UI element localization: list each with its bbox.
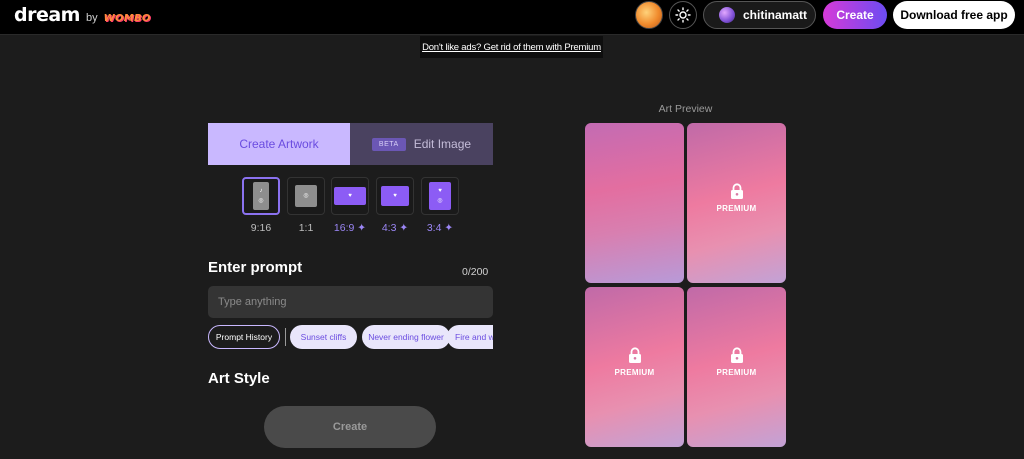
art-style-heading: Art Style [208, 370, 270, 387]
suggestion-chip[interactable]: Never ending flower [362, 325, 450, 349]
remove-ads-link[interactable]: Don't like ads? Get rid of them with Pre… [422, 42, 601, 53]
header-create-button[interactable]: Create [823, 1, 887, 29]
chip-divider [285, 328, 286, 346]
premium-lock: PREMIUM [585, 347, 684, 377]
prompt-history-button[interactable]: Prompt History [208, 325, 280, 349]
ad-banner: Don't like ads? Get rid of them with Pre… [420, 36, 603, 58]
logo-by: by [85, 12, 98, 24]
premium-preview-card[interactable]: PREMIUM [687, 123, 786, 283]
create-button[interactable]: Create [264, 406, 436, 448]
premium-label: PREMIUM [614, 368, 655, 377]
suggestion-chip[interactable]: Fire and water [447, 325, 493, 349]
art-preview-title: Art Preview [658, 103, 713, 115]
aspect-ratio-label: 16:9 ✦ [333, 222, 367, 234]
tab-edit-image-label: Edit Image [413, 137, 472, 151]
sun-icon [675, 7, 691, 23]
landscape-shape: ♥ [334, 187, 366, 205]
tiktok-icon: ♪ [259, 188, 263, 194]
portrait-shape: ♪ ◎ [253, 182, 269, 210]
user-avatar [719, 7, 735, 23]
lock-icon [628, 347, 641, 363]
instagram-icon: ◎ [303, 193, 309, 199]
twitter-icon: ♥ [393, 193, 397, 199]
premium-label: PREMIUM [716, 368, 757, 377]
twitter-icon: ♥ [348, 193, 352, 199]
aspect-ratio-label: 1:1 [298, 222, 314, 234]
premium-lock: PREMIUM [687, 183, 786, 213]
lock-icon [730, 183, 743, 199]
square-shape: ◎ [295, 185, 317, 207]
logo[interactable]: dream by WOMBO [14, 4, 151, 26]
aspect-ratio-label: 4:3 ✦ [381, 222, 409, 234]
aspect-ratio-9-16[interactable]: ♪ ◎ [242, 177, 280, 215]
premium-label: PREMIUM [716, 204, 757, 213]
portrait-shape: ♥ ◎ [429, 182, 451, 210]
aspect-ratio-16-9[interactable]: ♥ [331, 177, 369, 215]
tab-edit-image[interactable]: BETA Edit Image [350, 123, 493, 165]
logo-brand: WOMBO [103, 13, 151, 24]
enter-prompt-heading: Enter prompt [208, 259, 303, 276]
top-bar: dream by WOMBO chitinamatt Create Downlo… [0, 0, 1024, 35]
twitter-icon: ♥ [438, 188, 442, 194]
featured-art-avatar[interactable] [635, 1, 663, 29]
theme-toggle-button[interactable] [669, 1, 697, 29]
premium-preview-card[interactable]: PREMIUM [687, 287, 786, 447]
user-name: chitinamatt [743, 8, 808, 22]
prompt-input[interactable] [208, 286, 493, 318]
beta-badge: BETA [371, 137, 406, 151]
preview-card[interactable] [585, 123, 684, 283]
prompt-char-counter: 0/200 [462, 266, 489, 278]
aspect-ratio-label: 3:4 ✦ [426, 222, 454, 234]
tab-create-artwork[interactable]: Create Artwork [208, 123, 350, 165]
instagram-icon: ◎ [258, 198, 264, 204]
landscape-shape: ♥ [381, 186, 409, 206]
instagram-icon: ◎ [437, 198, 443, 204]
aspect-ratio-4-3[interactable]: ♥ [376, 177, 414, 215]
premium-preview-card[interactable]: PREMIUM [585, 287, 684, 447]
premium-lock: PREMIUM [687, 347, 786, 377]
aspect-ratio-1-1[interactable]: ◎ [287, 177, 325, 215]
aspect-ratio-3-4[interactable]: ♥ ◎ [421, 177, 459, 215]
download-app-button[interactable]: Download free app [893, 1, 1015, 29]
suggestion-chip[interactable]: Sunset cliffs [290, 325, 357, 349]
user-menu-button[interactable]: chitinamatt [703, 1, 816, 29]
lock-icon [730, 347, 743, 363]
aspect-ratio-label: 9:16 [250, 222, 272, 234]
logo-text: dream [14, 4, 80, 26]
prompt-chips: Prompt History Sunset cliffs Never endin… [208, 325, 493, 349]
